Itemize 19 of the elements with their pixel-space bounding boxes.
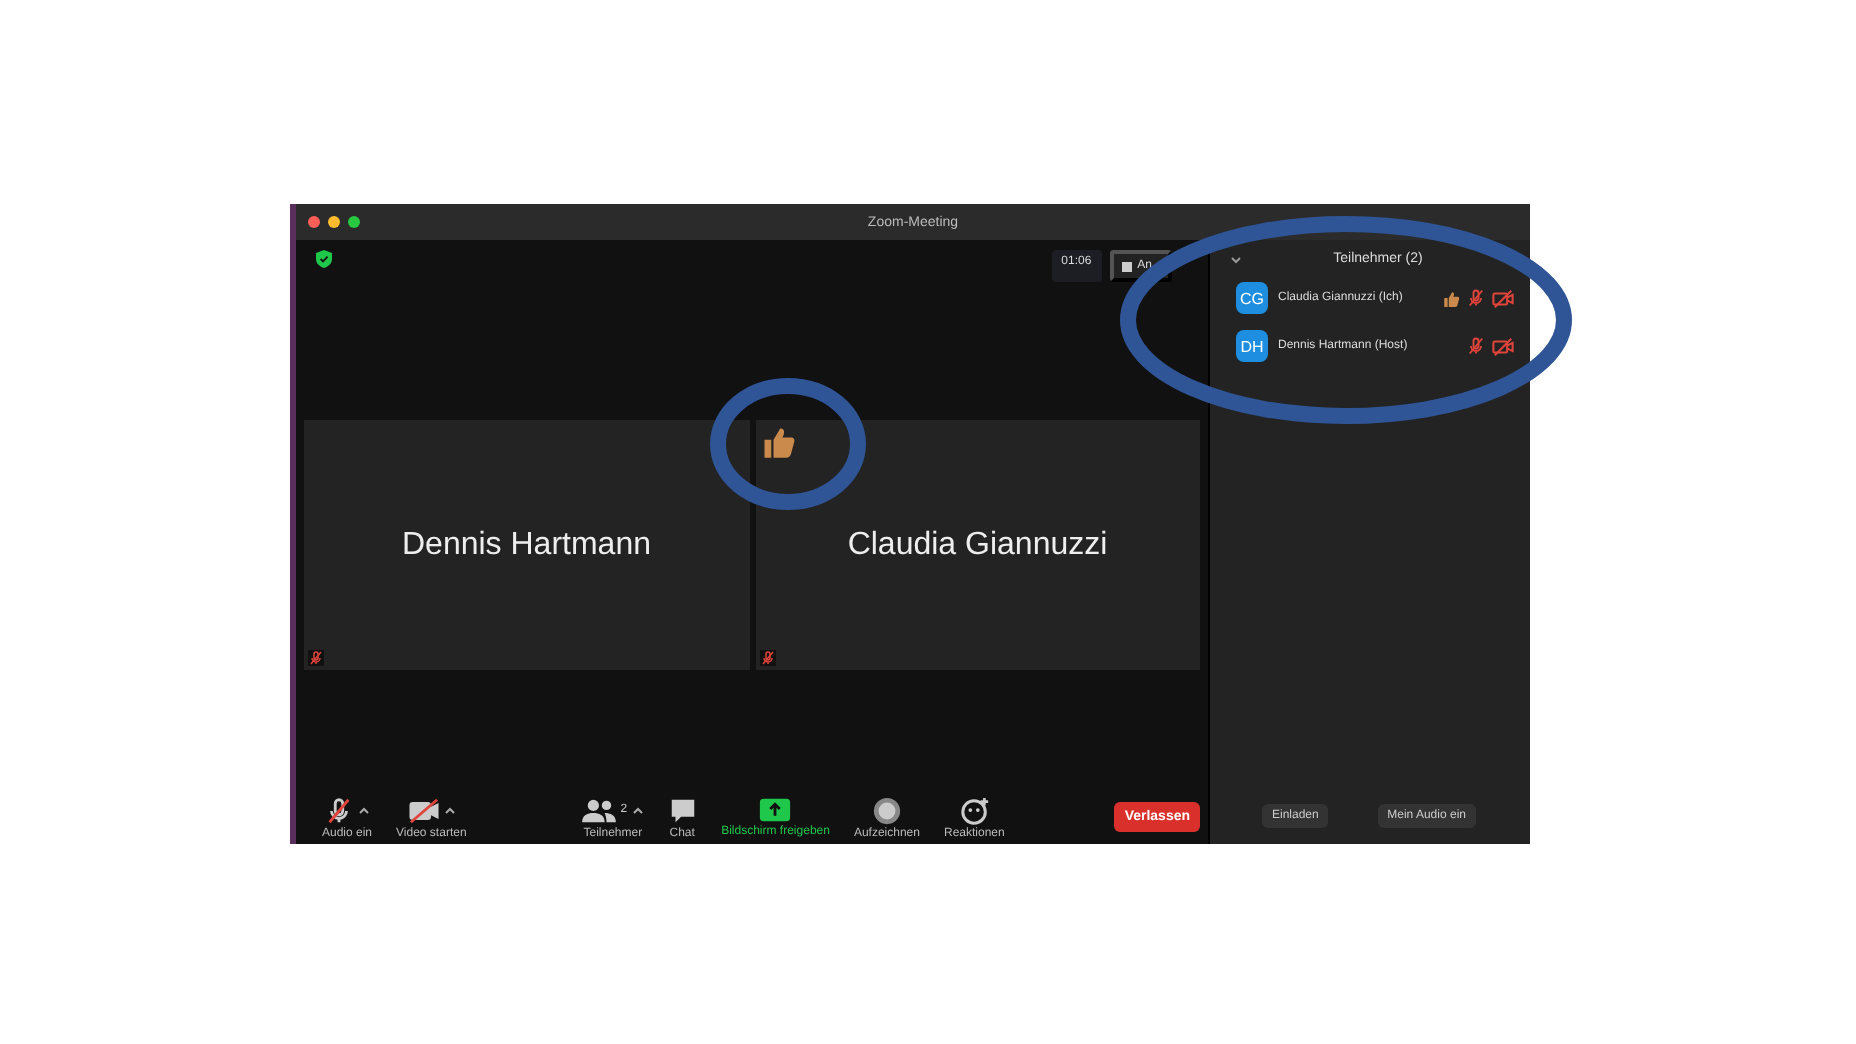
avatar: DH (1236, 330, 1268, 362)
minimize-button[interactable] (328, 216, 340, 228)
microphone-off-icon (324, 795, 355, 825)
share-screen-icon (758, 796, 793, 824)
people-icon (582, 795, 617, 825)
chat-icon (667, 795, 698, 825)
caret-icon[interactable] (443, 806, 456, 814)
participant-name: Dennis Hartmann (402, 527, 651, 563)
camera-off-icon (407, 795, 440, 825)
close-button[interactable] (308, 216, 320, 228)
record-icon (871, 795, 902, 825)
caret-icon[interactable] (358, 806, 371, 814)
chevron-down-icon[interactable] (1230, 255, 1242, 263)
zoom-button[interactable] (348, 216, 360, 228)
avatar: CG (1236, 282, 1268, 314)
participant-name: Claudia Giannuzzi (847, 527, 1108, 563)
smiley-icon (959, 795, 990, 825)
shield-icon[interactable] (316, 250, 332, 268)
caret-icon[interactable] (631, 806, 644, 814)
